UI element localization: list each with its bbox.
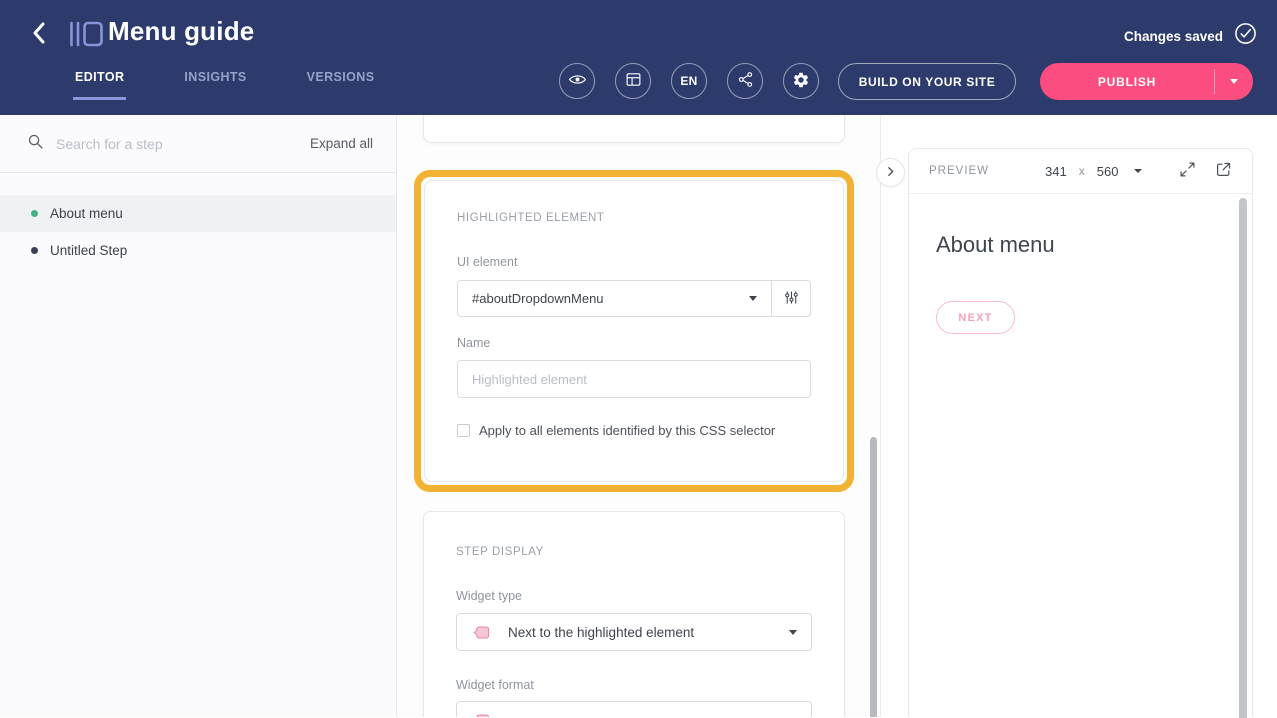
highlighted-element-name-input[interactable] xyxy=(457,360,811,398)
app-logo-icon xyxy=(68,19,104,54)
step-status-dot xyxy=(31,210,38,217)
save-status: Changes saved xyxy=(1124,22,1257,50)
chevron-down-icon xyxy=(789,630,797,635)
callout-widget-icon xyxy=(471,623,492,642)
share-icon xyxy=(737,71,754,91)
step-item-about-menu[interactable]: About menu xyxy=(0,195,396,232)
ui-element-select[interactable]: #aboutDropdownMenu xyxy=(458,281,771,316)
step-settings-panel: HIGHLIGHTED ELEMENT UI element #aboutDro… xyxy=(397,115,881,717)
preview-size-separator: x xyxy=(1079,164,1085,178)
section-title: HIGHLIGHTED ELEMENT xyxy=(457,212,811,224)
highlighted-element-outline: HIGHLIGHTED ELEMENT UI element #aboutDro… xyxy=(414,170,854,492)
section-title: STEP DISPLAY xyxy=(456,546,812,558)
eye-icon xyxy=(568,70,587,92)
step-display-card: STEP DISPLAY Widget type Next to the hig… xyxy=(423,511,845,717)
publish-split-button: PUBLISH xyxy=(1040,63,1253,100)
build-on-your-site-button[interactable]: BUILD ON YOUR SITE xyxy=(838,63,1016,100)
preview-step-title: About menu xyxy=(936,232,1252,258)
app-header: Menu guide Changes saved EDITOR INSIGHTS… xyxy=(0,0,1277,115)
chevron-down-icon xyxy=(749,296,757,301)
apply-to-all-label: Apply to all elements identified by this… xyxy=(479,423,775,438)
step-status-dot xyxy=(31,247,38,254)
widget-format-label: Widget format xyxy=(456,678,812,692)
name-label: Name xyxy=(457,336,811,350)
preview-eye-button[interactable] xyxy=(559,63,595,99)
collapse-preview-button[interactable] xyxy=(876,158,905,187)
settings-button[interactable] xyxy=(783,63,819,99)
preview-height-value: 560 xyxy=(1097,164,1119,179)
steps-sidebar: Expand all About menu Untitled Step xyxy=(0,115,397,717)
tab-versions[interactable]: VERSIONS xyxy=(305,70,377,100)
ui-element-control: #aboutDropdownMenu xyxy=(457,280,811,317)
apply-to-all-row: Apply to all elements identified by this… xyxy=(457,423,811,438)
highlighted-element-card: HIGHLIGHTED ELEMENT UI element #aboutDro… xyxy=(424,180,844,482)
publish-button[interactable]: PUBLISH xyxy=(1040,63,1214,100)
step-label: Untitled Step xyxy=(50,243,127,258)
save-status-text: Changes saved xyxy=(1124,29,1223,44)
language-button[interactable]: EN xyxy=(671,63,707,99)
ui-element-value: #aboutDropdownMenu xyxy=(472,291,604,306)
apply-to-all-checkbox[interactable] xyxy=(457,424,470,437)
back-button[interactable] xyxy=(26,20,52,48)
selector-settings-button[interactable] xyxy=(771,281,810,316)
chevron-down-icon xyxy=(1230,79,1238,84)
language-label: EN xyxy=(680,74,697,88)
tab-insights[interactable]: INSIGHTS xyxy=(182,70,248,100)
search-input[interactable] xyxy=(56,136,310,152)
chevron-down-icon xyxy=(1134,169,1142,173)
step-search-row: Expand all xyxy=(0,115,396,173)
share-button[interactable] xyxy=(727,63,763,99)
step-label: About menu xyxy=(50,206,123,221)
next-button[interactable]: NEXT xyxy=(936,301,1015,334)
search-icon xyxy=(27,133,44,155)
widget-type-value: Next to the highlighted element xyxy=(508,625,694,640)
preview-actions xyxy=(1179,161,1232,181)
step-item-untitled-step[interactable]: Untitled Step xyxy=(0,232,396,269)
preview-header: PREVIEW 341 x 560 xyxy=(909,149,1252,194)
preview-panel: PREVIEW 341 x 560 xyxy=(908,148,1253,717)
preview-width-value: 341 xyxy=(1045,164,1067,179)
publish-dropdown-button[interactable] xyxy=(1215,63,1253,100)
gear-icon xyxy=(792,71,810,92)
expand-preview-button[interactable] xyxy=(1179,161,1196,181)
previous-settings-card xyxy=(423,115,845,143)
ui-element-label: UI element xyxy=(457,255,811,269)
sliders-icon xyxy=(783,289,800,309)
widget-format-clip xyxy=(456,701,812,717)
layout-button[interactable] xyxy=(615,63,651,99)
expand-icon xyxy=(1179,161,1196,181)
widget-type-select[interactable]: Next to the highlighted element xyxy=(456,613,812,651)
external-link-icon xyxy=(1215,161,1232,181)
preview-title: PREVIEW xyxy=(929,165,989,177)
layout-icon xyxy=(625,71,642,91)
preview-size-select[interactable]: 341 x 560 xyxy=(1045,164,1142,179)
check-circle-icon xyxy=(1234,22,1257,50)
tab-editor[interactable]: EDITOR xyxy=(73,70,126,100)
callout-widget-icon xyxy=(471,711,492,718)
editor-scrollbar-thumb[interactable] xyxy=(870,437,877,717)
editor-tabs: EDITOR INSIGHTS VERSIONS xyxy=(73,70,432,100)
preview-scrollbar-thumb[interactable] xyxy=(1239,198,1247,718)
chevron-right-icon xyxy=(884,165,897,181)
expand-all-button[interactable]: Expand all xyxy=(310,136,373,151)
step-list: About menu Untitled Step xyxy=(0,195,396,269)
open-in-new-tab-button[interactable] xyxy=(1215,161,1232,181)
widget-format-select[interactable] xyxy=(456,701,812,717)
page-title: Menu guide xyxy=(108,16,254,47)
widget-type-label: Widget type xyxy=(456,589,812,603)
back-chevron-icon xyxy=(31,32,47,47)
